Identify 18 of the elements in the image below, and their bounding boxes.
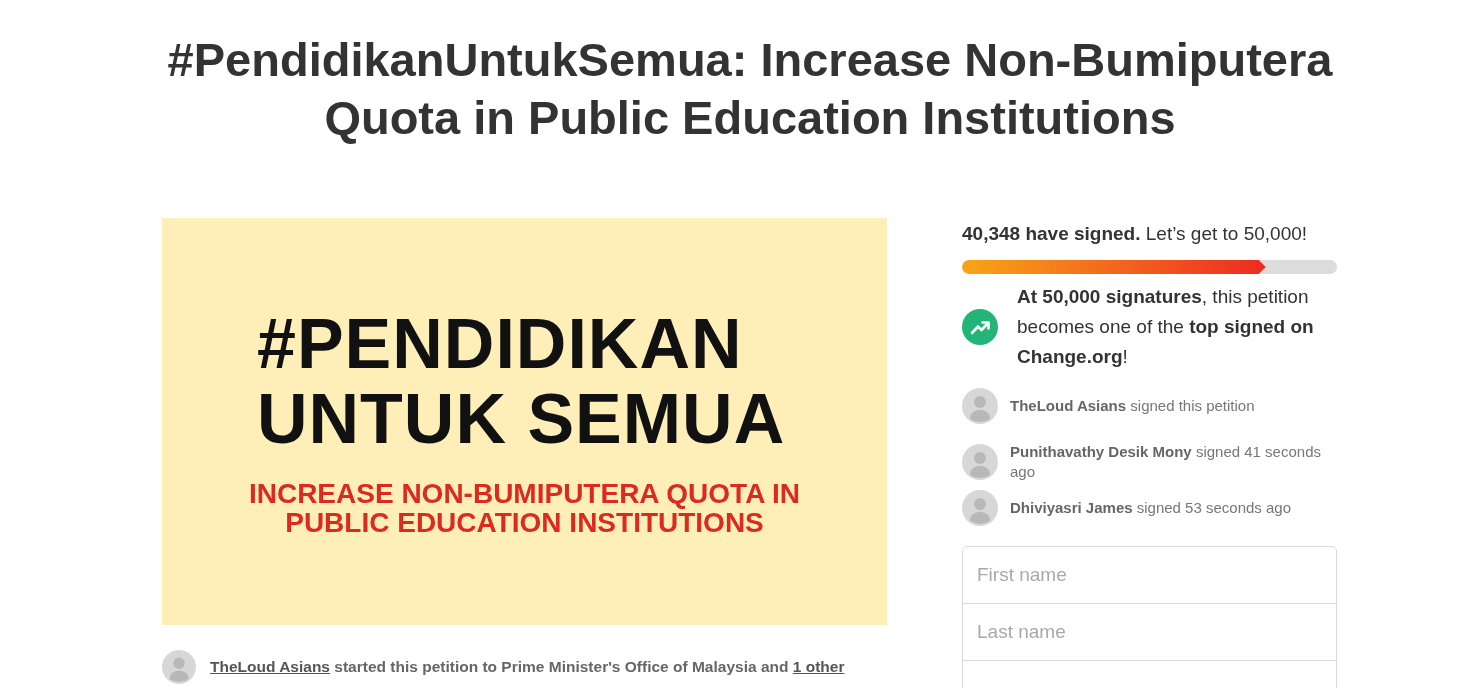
recent-signer-text: TheLoud Asians signed this petition: [1010, 396, 1255, 416]
others-link[interactable]: 1 other: [792, 658, 845, 676]
signature-count-text: 40,348 have signed. Let’s get to 50,000!: [962, 222, 1309, 246]
milestone-text: At 50,000 signatures, this petition becomes one of the top signed on Change.org!: [1017, 285, 1315, 369]
trending-up-icon: [962, 309, 998, 345]
person-avatar-icon: [962, 388, 998, 424]
banner-headline: #PENDIDIKAN UNTUK SEMUA: [257, 306, 787, 457]
recent-signer-text: Dhiviyasri James signed 53 seconds ago: [1010, 498, 1292, 518]
text-input-field[interactable]: Last name: [962, 603, 1337, 661]
banner-subheadline: INCREASE NON-BUMIPUTERA QUOTA IN PUBLIC EDUCATION INSTITUTIONS: [247, 478, 802, 537]
starter-name-link[interactable]: TheLoud Asians: [210, 658, 330, 676]
text-input-field[interactable]: First name: [962, 546, 1337, 604]
person-avatar-icon: [162, 650, 196, 684]
recent-signer-text: Punithavathy Desik Mony signed 41 seconds ago: [1010, 442, 1322, 482]
petition-title: #PendidikanUntukSemua: Increase Non-Bumiputera Quota in Public Education Institutions: [166, 32, 1334, 146]
person-avatar-icon: [962, 444, 998, 480]
petition-starter-text: TheLoud Asians started this petition to Prime Minister's Office of Malaysia and 1 other: [210, 657, 845, 678]
person-avatar-icon: [962, 490, 998, 526]
